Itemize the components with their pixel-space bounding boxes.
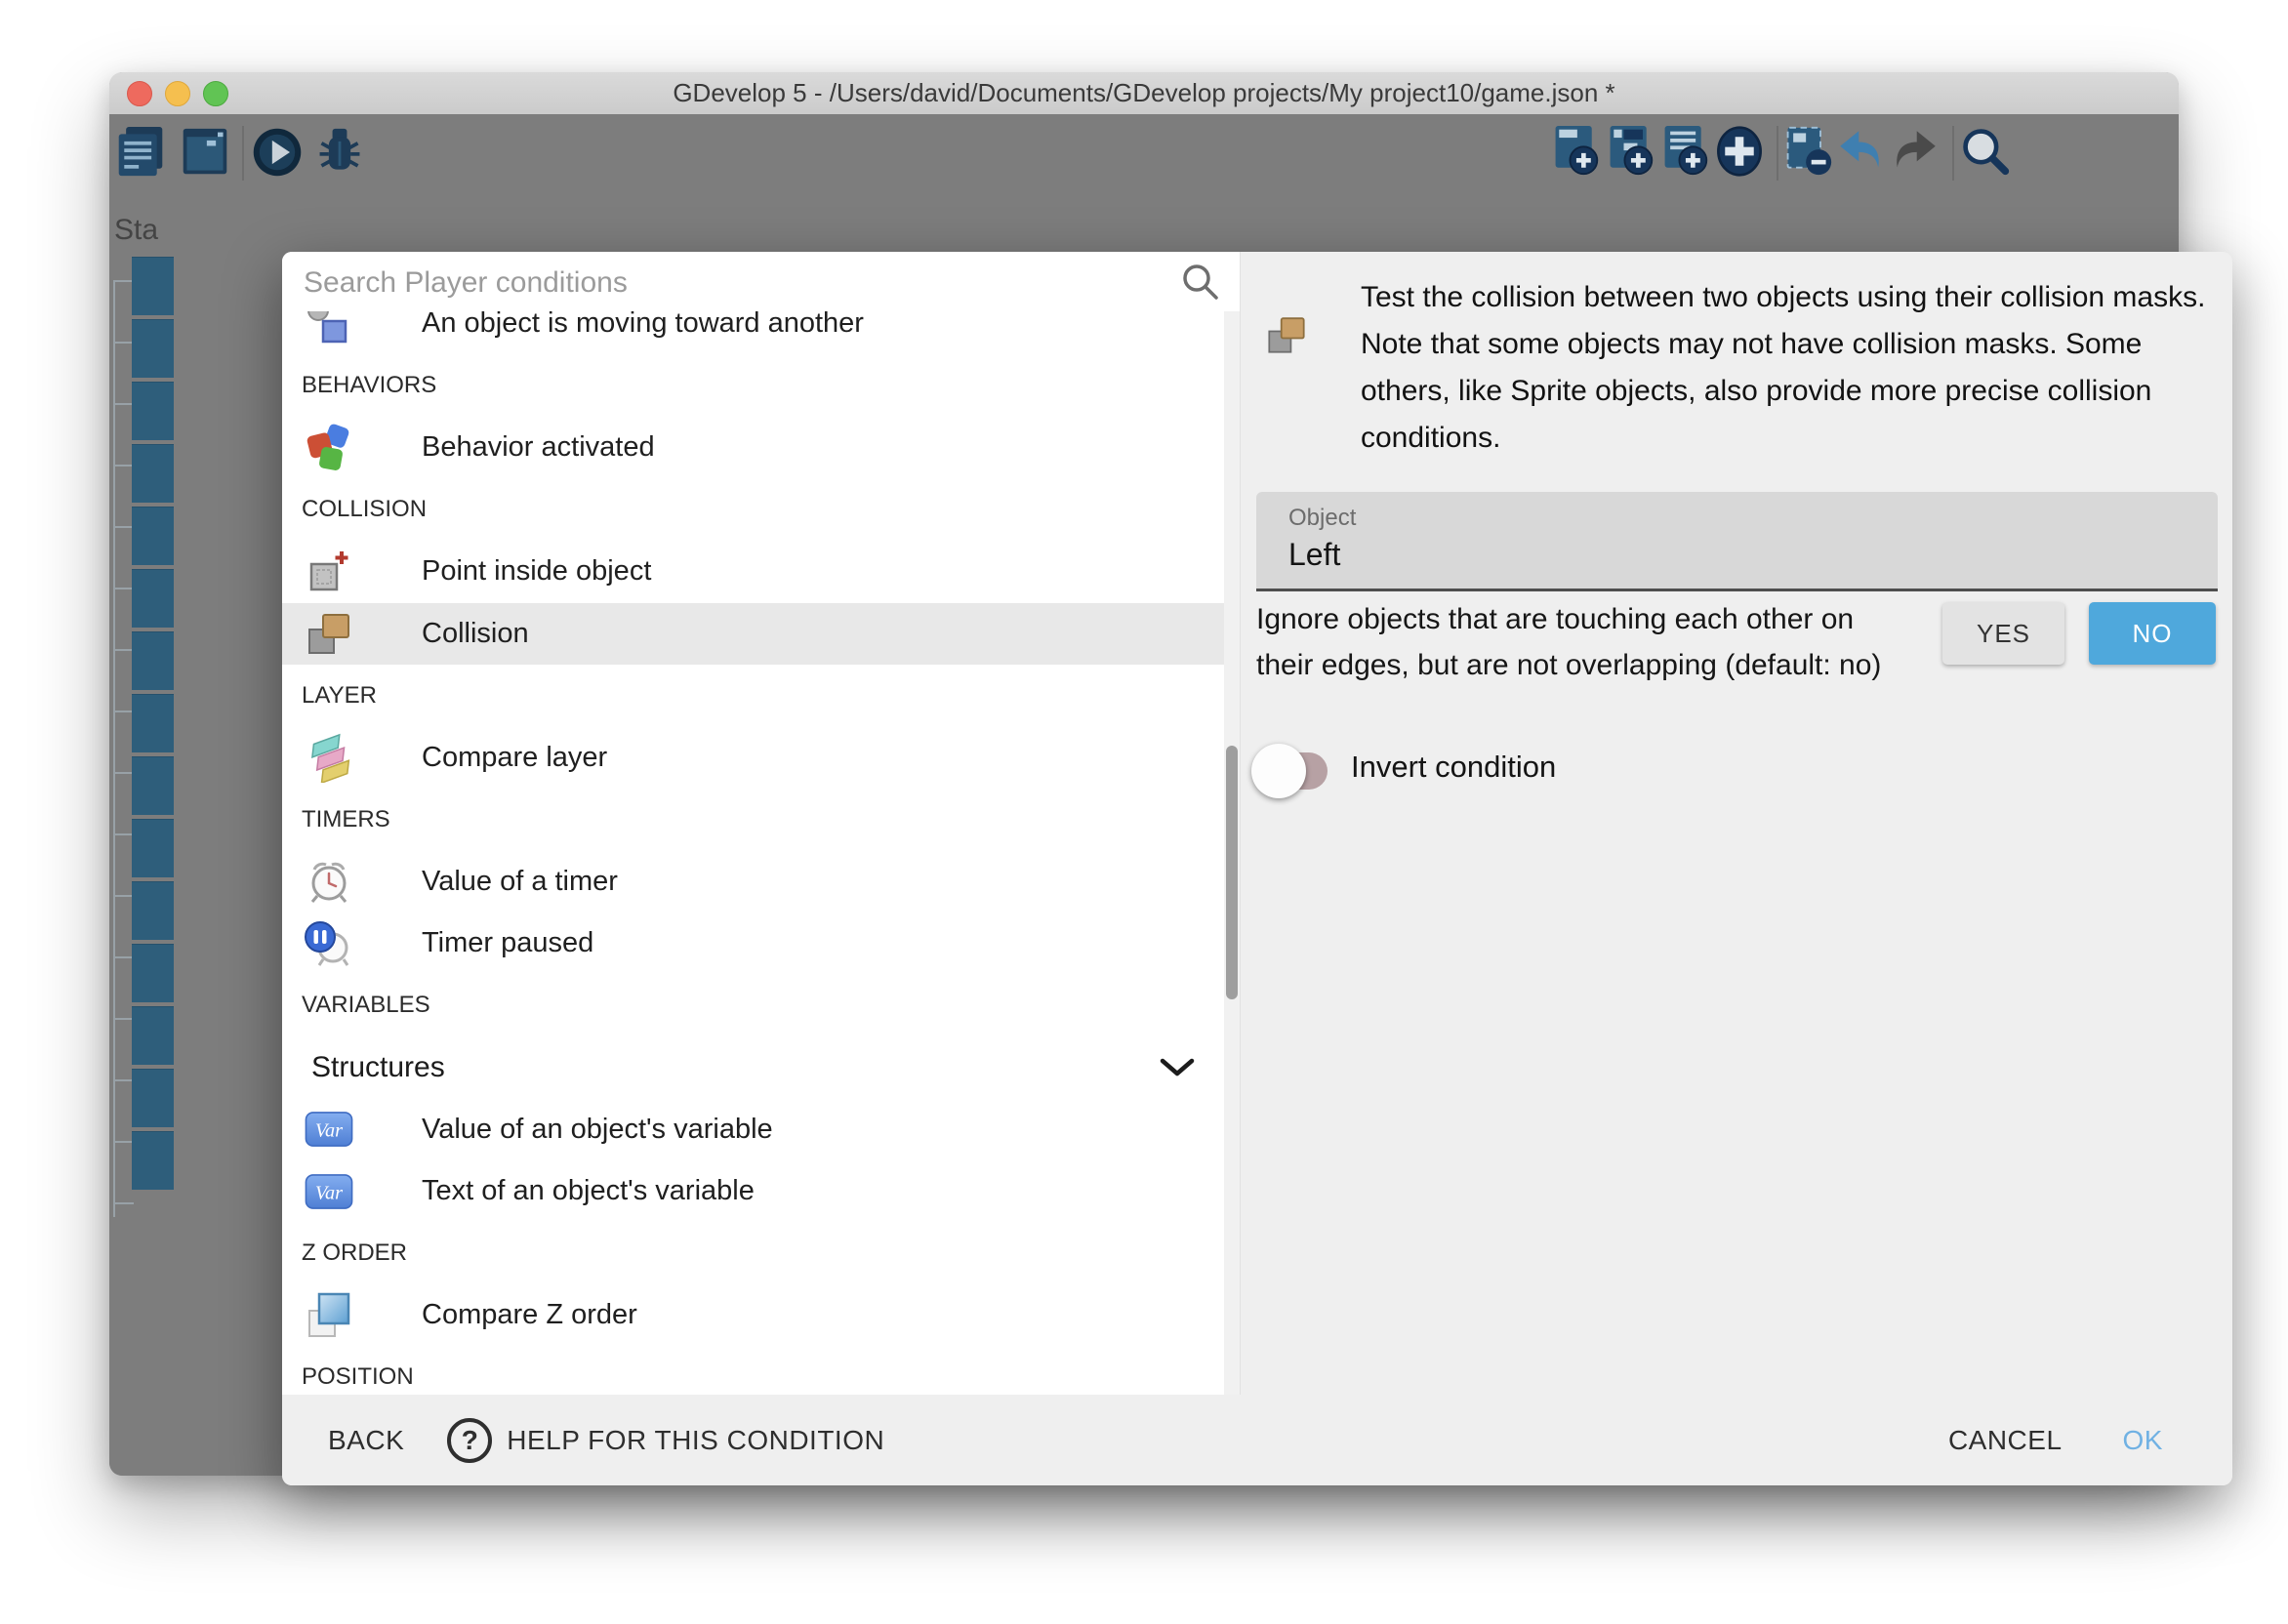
behavior-icon	[304, 423, 354, 473]
list-item-label: Compare layer	[422, 742, 607, 774]
section-header: VARIABLES	[282, 975, 1240, 1037]
ignore-edges-label: Ignore objects that are touching each ot…	[1256, 596, 1881, 688]
section-header: COLLISION	[282, 479, 1240, 542]
list-item-label: Point inside object	[422, 555, 651, 588]
list-item-label: Compare Z order	[422, 1299, 637, 1331]
point-inside-icon	[304, 547, 354, 597]
moving-toward-icon	[304, 311, 354, 349]
list-item[interactable]: Structures	[282, 1036, 1240, 1099]
cancel-button[interactable]: CANCEL	[1948, 1425, 2063, 1456]
add-scene-icon[interactable]	[1550, 123, 1601, 180]
list-item[interactable]: Timer paused	[282, 913, 1240, 975]
search-bar	[282, 252, 1240, 311]
list-item[interactable]: Var Text of an object's variable	[282, 1160, 1240, 1223]
undo-icon[interactable]	[1835, 123, 1886, 180]
background-event-rows	[132, 257, 174, 1194]
no-button[interactable]: NO	[2089, 602, 2216, 665]
list-item[interactable]: Point inside object	[282, 541, 1240, 603]
section-header-label: TIMERS	[302, 806, 390, 833]
list-item[interactable]: An object is moving toward another	[282, 311, 1240, 355]
background-tab-label: Sta	[114, 214, 158, 247]
list-item-label: Behavior activated	[422, 431, 655, 464]
list-item[interactable]: Compare Z order	[282, 1284, 1240, 1347]
list-item-label: An object is moving toward another	[422, 311, 864, 340]
condition-list: An object is moving toward another BEHAVI…	[282, 311, 1240, 1395]
list-item-label: Value of a timer	[422, 866, 618, 898]
object-field[interactable]: Object Left	[1256, 492, 2218, 591]
help-button[interactable]: HELP FOR THIS CONDITION	[507, 1425, 884, 1456]
window-title: GDevelop 5 - /Users/david/Documents/GDev…	[109, 72, 2179, 114]
section-header: Z ORDER	[282, 1223, 1240, 1285]
condition-description: Test the collision between two objects u…	[1361, 274, 2205, 462]
toggle-thumb	[1251, 744, 1306, 798]
variable-icon: Var	[304, 1166, 354, 1217]
search-icon	[1179, 261, 1222, 304]
svg-text:Var: Var	[315, 1182, 343, 1203]
panel-divider	[1240, 252, 1241, 1395]
add-object-icon[interactable]	[1714, 123, 1765, 180]
list-scrollbar	[1224, 311, 1240, 1395]
section-header-label: LAYER	[302, 682, 377, 710]
list-item[interactable]: Collision	[282, 603, 1240, 666]
object-field-label: Object	[1288, 505, 1356, 532]
list-scrollbar-thumb[interactable]	[1226, 746, 1238, 999]
section-header-label: Z ORDER	[302, 1239, 407, 1267]
svg-text:Var: Var	[315, 1120, 343, 1142]
debug-icon[interactable]	[314, 124, 365, 181]
list-item-label: Timer paused	[422, 927, 593, 959]
remove-external-icon[interactable]	[1782, 123, 1833, 180]
invert-condition-toggle[interactable]	[1251, 744, 1331, 798]
section-header: LAYER	[282, 665, 1240, 727]
compare-layer-icon	[304, 732, 354, 783]
back-button[interactable]: BACK	[328, 1425, 404, 1456]
scene-editor-icon[interactable]	[180, 124, 230, 181]
timer-icon	[304, 856, 354, 907]
play-icon[interactable]	[252, 124, 303, 181]
toolbar-separator	[242, 126, 244, 181]
add-external-events-icon[interactable]	[1605, 123, 1655, 180]
add-external-layout-icon[interactable]	[1659, 123, 1710, 180]
invert-condition-label: Invert condition	[1351, 750, 1556, 785]
project-manager-icon[interactable]	[115, 124, 166, 181]
condition-editor-dialog: An object is moving toward another BEHAVI…	[282, 252, 2232, 1485]
list-item[interactable]: Compare layer	[282, 727, 1240, 790]
chevron-down-icon	[1160, 1058, 1195, 1077]
toolbar-separator	[1777, 126, 1778, 181]
variable-icon: Var	[304, 1104, 354, 1155]
section-header-label: VARIABLES	[302, 992, 430, 1019]
app-window: GDevelop 5 - /Users/david/Documents/GDev…	[109, 72, 2179, 1476]
list-item[interactable]: Behavior activated	[282, 417, 1240, 479]
section-header-label: POSITION	[302, 1363, 414, 1391]
list-item-label: Text of an object's variable	[422, 1175, 755, 1207]
section-header: POSITION	[282, 1347, 1240, 1396]
toolbar-separator	[1952, 126, 1954, 181]
list-item-label: Value of an object's variable	[422, 1114, 773, 1146]
collision-icon	[304, 608, 354, 659]
list-item[interactable]: Value of a timer	[282, 851, 1240, 914]
search-input[interactable]	[302, 260, 1155, 306]
dialog-footer: BACK ? HELP FOR THIS CONDITION CANCEL OK	[282, 1395, 2232, 1485]
desktop: GDevelop 5 - /Users/david/Documents/GDev…	[0, 0, 2288, 1624]
expander-label: Structures	[311, 1051, 445, 1084]
redo-icon[interactable]	[1890, 123, 1941, 180]
section-header: TIMERS	[282, 789, 1240, 851]
section-header-label: COLLISION	[302, 496, 427, 523]
titlebar: GDevelop 5 - /Users/david/Documents/GDev…	[109, 72, 2179, 115]
help-icon[interactable]: ?	[447, 1418, 492, 1463]
section-header-label: BEHAVIORS	[302, 372, 436, 399]
list-item[interactable]: Var Value of an object's variable	[282, 1099, 1240, 1161]
list-item-label: Collision	[422, 618, 529, 650]
timer-paused-icon	[304, 918, 354, 969]
yes-button[interactable]: YES	[1942, 602, 2064, 665]
collision-icon	[1264, 310, 1309, 359]
object-field-value: Left	[1288, 537, 1340, 573]
ok-button[interactable]: OK	[2123, 1425, 2163, 1456]
section-header: BEHAVIORS	[282, 355, 1240, 418]
toolbar-search-icon[interactable]	[1960, 123, 2011, 180]
compare-z-icon	[304, 1290, 354, 1341]
